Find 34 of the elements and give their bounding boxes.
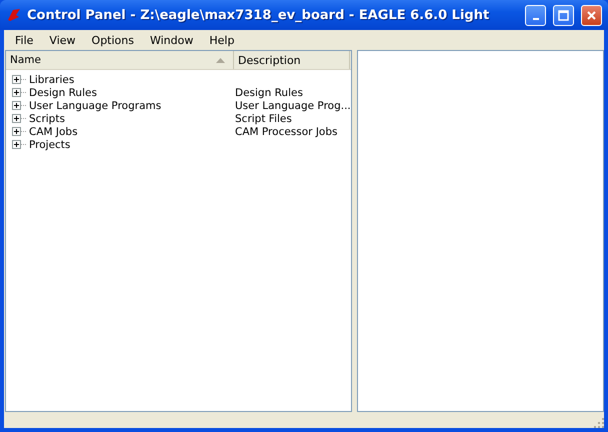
description-text: Script Files	[235, 112, 292, 124]
description-text: CAM Processor Jobs	[235, 126, 338, 138]
plus-icon[interactable]	[12, 140, 26, 149]
close-icon	[586, 10, 597, 20]
app-logo-icon	[6, 7, 22, 23]
minimize-icon	[532, 18, 538, 20]
column-header[interactable]: Description	[234, 51, 350, 69]
menu-item[interactable]: Help	[201, 34, 242, 46]
tree-item[interactable]: User Language Programs	[29, 100, 162, 112]
description-text: User Language Prog...	[235, 100, 351, 112]
column-title: Name	[10, 54, 42, 66]
menu-item[interactable]: File	[7, 34, 42, 46]
menu-item[interactable]: Options	[84, 34, 142, 46]
window-title: Control Panel - Z:\eagle\max7318_ev_board - EAGLE 6.6.0 Light	[27, 8, 490, 22]
plus-icon[interactable]	[12, 75, 26, 84]
plus-icon[interactable]	[12, 88, 26, 97]
maximize-icon	[558, 10, 569, 20]
plus-icon[interactable]	[12, 101, 26, 110]
resize-grip-icon	[594, 418, 604, 428]
tree-item[interactable]: Libraries	[29, 74, 74, 86]
tree-item[interactable]: Design Rules	[29, 86, 97, 98]
plus-icon[interactable]	[12, 127, 26, 136]
description-text: Design Rules	[235, 86, 303, 98]
tree-item[interactable]: Scripts	[29, 112, 65, 124]
minimize-button[interactable]	[525, 4, 546, 26]
tree-item[interactable]: Projects	[29, 138, 70, 150]
tree-item[interactable]: CAM Jobs	[29, 126, 78, 138]
menu-item[interactable]: View	[41, 34, 84, 46]
menu-item[interactable]: Window	[142, 34, 202, 46]
sort-arrow-icon	[216, 58, 225, 62]
close-button[interactable]	[581, 4, 602, 26]
column-header[interactable]: Name	[6, 51, 234, 69]
maximize-button[interactable]	[553, 4, 574, 26]
plus-icon[interactable]	[12, 114, 26, 123]
